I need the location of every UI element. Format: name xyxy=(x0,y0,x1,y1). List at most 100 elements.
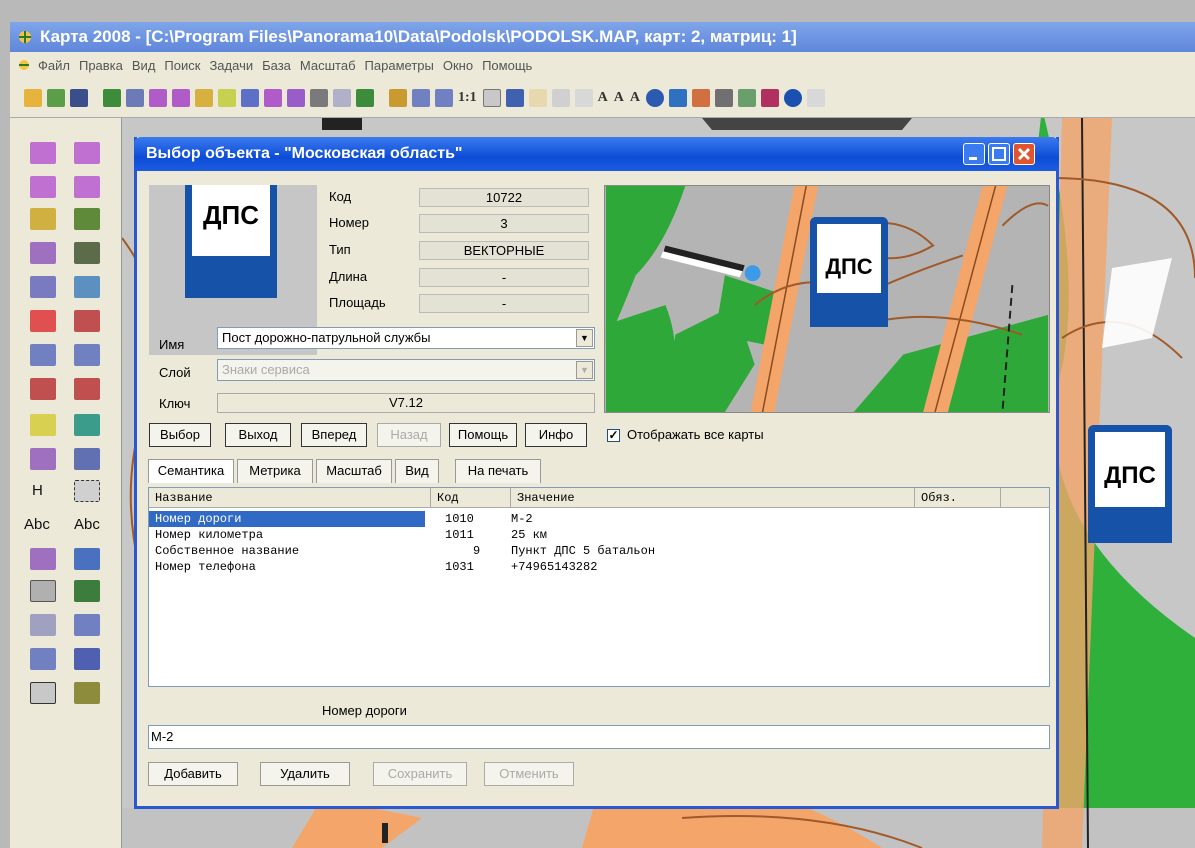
tab-metrics[interactable]: Метрика xyxy=(237,459,313,483)
query-point-icon[interactable] xyxy=(30,208,56,230)
menu-scale[interactable]: Масштаб xyxy=(300,58,356,73)
menu-base[interactable]: База xyxy=(262,58,291,73)
table-row[interactable]: Собственное название 9 Пункт ДПС 5 батал… xyxy=(149,543,1049,559)
curve-edit-icon[interactable] xyxy=(74,378,100,400)
info-icon[interactable] xyxy=(784,88,803,107)
tool-point-icon[interactable] xyxy=(30,242,56,264)
minimize-icon[interactable] xyxy=(963,143,985,165)
select-a-tool-icon[interactable] xyxy=(30,448,56,470)
colors-icon[interactable] xyxy=(692,88,711,107)
select-frame-icon[interactable] xyxy=(241,88,259,107)
help-button[interactable]: Помощь xyxy=(449,423,517,447)
show-all-maps-checkbox[interactable]: ✓ xyxy=(607,429,620,442)
close-icon[interactable] xyxy=(1013,143,1035,165)
value-input[interactable]: М-2 xyxy=(148,725,1050,749)
map-dps-sign[interactable]: ДПС xyxy=(1088,425,1172,543)
text-tool-2-button[interactable]: A xyxy=(614,90,624,106)
globe-icon[interactable] xyxy=(646,88,665,107)
forward-button[interactable]: Вперед xyxy=(301,423,367,447)
select-multi-icon[interactable] xyxy=(195,88,213,107)
undo-icon[interactable] xyxy=(74,648,100,670)
select-add-icon[interactable] xyxy=(264,88,282,107)
ruler-icon[interactable] xyxy=(30,414,56,436)
add-point-icon[interactable] xyxy=(30,344,56,366)
scale-1-1-button[interactable]: 1:1 xyxy=(458,90,477,106)
grid-icon[interactable] xyxy=(30,580,56,602)
save-icon[interactable] xyxy=(70,88,88,107)
delete-icon[interactable] xyxy=(30,310,56,332)
info-button[interactable]: Инфо xyxy=(525,423,587,447)
select-button[interactable]: Выбор xyxy=(149,423,211,447)
delete-button[interactable]: Удалить xyxy=(260,762,350,786)
frame-select-icon[interactable] xyxy=(74,480,100,502)
show-all-maps-label[interactable]: Отображать все карты xyxy=(627,427,764,442)
puzzle-icon[interactable] xyxy=(74,682,100,704)
edit-curve-icon[interactable] xyxy=(74,176,100,198)
select-a-icon[interactable] xyxy=(172,88,190,107)
fit-icon[interactable] xyxy=(482,88,501,107)
target-icon[interactable] xyxy=(74,448,100,470)
zoom-add-icon[interactable] xyxy=(74,548,100,570)
document-icon[interactable] xyxy=(126,88,144,107)
table-tool-icon[interactable] xyxy=(30,614,56,636)
tab-print[interactable]: На печать xyxy=(455,459,541,483)
draw-line-icon[interactable] xyxy=(30,142,56,164)
text-tool-3-button[interactable]: A xyxy=(630,90,640,106)
cut-tool-icon[interactable] xyxy=(30,276,56,298)
zoom-out-icon[interactable] xyxy=(412,88,430,107)
tab-scale[interactable]: Масштаб xyxy=(316,459,392,483)
clear-selection-icon[interactable] xyxy=(333,88,351,107)
hand-icon[interactable] xyxy=(528,88,547,107)
curve-node-icon[interactable] xyxy=(30,378,56,400)
help-pointer-icon[interactable] xyxy=(807,88,826,107)
maximize-icon[interactable] xyxy=(988,143,1010,165)
chevron-down-icon[interactable]: ▼ xyxy=(576,329,593,347)
extend-line-icon[interactable] xyxy=(74,344,100,366)
check-icon[interactable] xyxy=(505,88,524,107)
edit-line-icon[interactable] xyxy=(30,176,56,198)
select-area-icon[interactable] xyxy=(218,88,236,107)
hatch-fill-icon[interactable] xyxy=(74,242,100,264)
tab-semantics[interactable]: Семантика xyxy=(148,459,234,483)
menu-window[interactable]: Окно xyxy=(443,58,473,73)
rotate-icon[interactable] xyxy=(74,414,100,436)
col-value-header[interactable]: Значение xyxy=(511,488,915,507)
select-arrow-icon[interactable] xyxy=(30,548,56,570)
col-required-header[interactable]: Обяз. xyxy=(915,488,1001,507)
print-preview-icon[interactable] xyxy=(738,88,757,107)
check-line-icon[interactable] xyxy=(74,208,100,230)
exit-button[interactable]: Выход xyxy=(225,423,291,447)
pointer-icon[interactable] xyxy=(574,88,593,107)
stamp-icon[interactable] xyxy=(74,580,100,602)
split-tool-icon[interactable] xyxy=(74,276,100,298)
list-icon[interactable] xyxy=(310,88,328,107)
menu-tasks[interactable]: Задачи xyxy=(209,58,253,73)
menu-edit[interactable]: Правка xyxy=(79,58,123,73)
palette-icon[interactable] xyxy=(669,88,688,107)
menu-help[interactable]: Помощь xyxy=(482,58,532,73)
layers-icon[interactable] xyxy=(103,88,121,107)
menu-file[interactable]: Файл xyxy=(38,58,70,73)
open-map-icon[interactable] xyxy=(47,88,65,107)
window-icon[interactable] xyxy=(30,682,56,704)
print-icon[interactable] xyxy=(715,88,734,107)
select-tool-icon[interactable] xyxy=(149,88,167,107)
select-query-icon[interactable] xyxy=(287,88,305,107)
app-menu-icon[interactable] xyxy=(16,58,32,72)
text-label-button[interactable]: Abc xyxy=(24,516,50,533)
table-row[interactable]: Номер дороги 1010 М-2 xyxy=(149,511,1049,527)
draw-curve-icon[interactable] xyxy=(74,142,100,164)
back-view-icon[interactable] xyxy=(551,88,570,107)
table-curve-icon[interactable] xyxy=(74,614,100,636)
menu-search[interactable]: Поиск xyxy=(164,58,200,73)
tree-icon[interactable] xyxy=(356,88,374,107)
zoom-in-icon[interactable] xyxy=(435,88,453,107)
height-label-button[interactable]: H xyxy=(32,482,43,499)
book-icon[interactable] xyxy=(761,88,780,107)
lightning-icon[interactable] xyxy=(389,88,407,107)
menu-parameters[interactable]: Параметры xyxy=(365,58,434,73)
add-button[interactable]: Добавить xyxy=(148,762,238,786)
tab-view[interactable]: Вид xyxy=(395,459,439,483)
table-row[interactable]: Номер километра 1011 25 км xyxy=(149,527,1049,543)
col-code-header[interactable]: Код xyxy=(431,488,511,507)
